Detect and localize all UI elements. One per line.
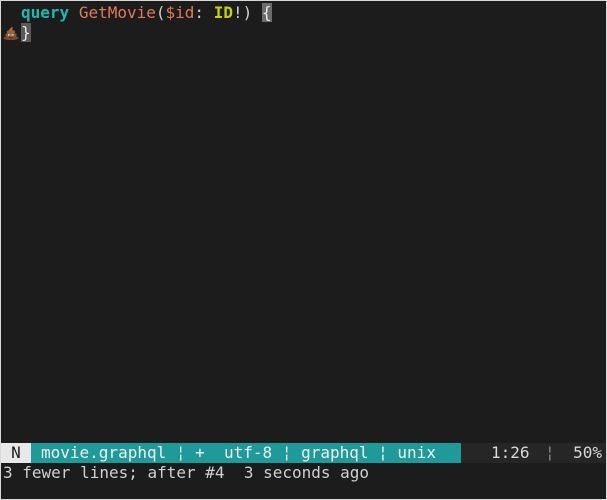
scroll-percent: 50% (573, 443, 602, 462)
status-line: N movie.graphql ¦ + utf-8 ¦ graphql ¦ un… (1, 443, 606, 463)
type-token: ID (213, 3, 233, 22)
keyword-token: query (21, 3, 70, 22)
cursor-position: 1:26 (491, 443, 530, 462)
pile-of-poo-icon (1, 23, 21, 43)
editor-buffer[interactable]: query GetMovie($id: ID!) { } (1, 1, 606, 442)
sign-column (1, 3, 21, 23)
cursor-position-segment: 1:26 ¦ 50% (461, 443, 606, 463)
close-paren-token: ) (242, 3, 262, 22)
colon-token: : (194, 3, 214, 22)
command-message-line: 3 fewer lines; after #4 3 seconds ago (3, 463, 370, 482)
terminal-window[interactable]: query GetMovie($id: ID!) { } N movie.gra… (0, 0, 607, 500)
matching-brace: } (21, 23, 31, 42)
text-cursor: { (261, 3, 272, 22)
code-line-2[interactable]: } (1, 23, 31, 43)
code-line-1[interactable]: query GetMovie($id: ID!) { (1, 3, 272, 23)
file-info-segment: movie.graphql ¦ + utf-8 ¦ graphql ¦ unix (31, 443, 461, 463)
function-name-token: GetMovie (78, 3, 156, 22)
status-separator: ¦ (545, 443, 555, 462)
mode-indicator: N (1, 443, 31, 463)
open-paren-token: ( (155, 3, 166, 22)
bang-token: ! (232, 3, 243, 22)
variable-token: $id (165, 3, 195, 22)
